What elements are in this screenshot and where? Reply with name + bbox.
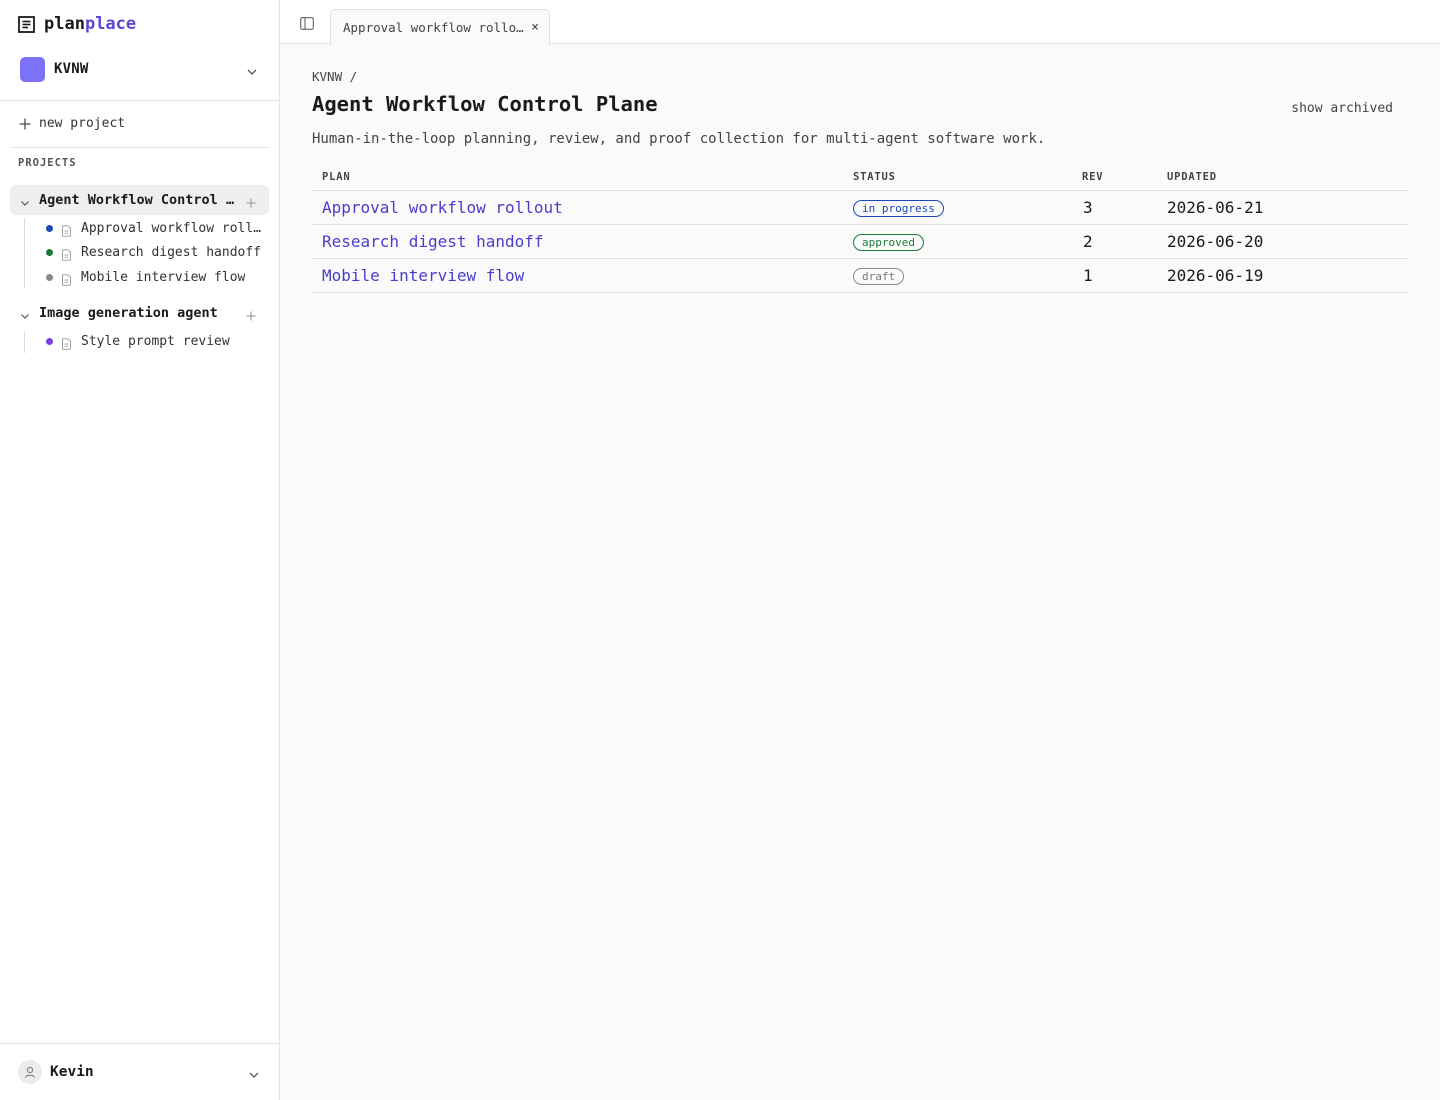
revision-number: 1 [1083,265,1093,285]
plan-link[interactable]: Approval workflow rollout [322,198,563,217]
status-badge: in progress [853,200,944,217]
brand-name-part2: place [84,14,137,34]
column-header-updated: UPDATED [1167,165,1408,191]
plan-link[interactable]: Mobile interview flow [322,266,524,285]
document-icon [61,246,72,261]
document-icon [61,222,72,237]
status-dot [46,337,53,345]
project-name: Image generation agent [39,305,218,321]
revision-number: 3 [1083,197,1093,217]
plan-label: Style prompt review [81,333,230,349]
tab-bar: Approval workflow rollout × [280,0,1440,45]
brand-name-part1: plan [44,14,85,34]
status-dot [46,224,53,232]
updated-date: 2026-06-21 [1167,197,1264,217]
sidebar: planplace KVNW new project PROJECTS Agen… [0,0,280,1100]
plus-icon [18,117,32,131]
brand[interactable]: planplace [18,14,136,34]
sidebar-project-agent-workflow[interactable]: Agent Workflow Control Plane [10,185,269,215]
document-icon [61,335,72,350]
tab-label: Approval workflow rollout [343,20,525,35]
table-row[interactable]: Approval workflow rollout in progress 3 … [312,190,1408,225]
table-header-row: PLAN STATUS REV UPDATED [312,165,1408,191]
add-plan-icon[interactable] [245,194,257,208]
column-header-rev: REV [1082,165,1167,191]
plan-label: Mobile interview flow [81,269,246,285]
plan-link[interactable]: Research digest handoff [322,232,544,251]
add-plan-icon[interactable] [245,307,257,321]
workspace-switcher[interactable]: KVNW [20,56,260,82]
status-dot [46,248,53,256]
show-archived-button[interactable]: show archived [1291,101,1393,116]
project-name: Agent Workflow Control Plane [39,192,235,208]
breadcrumb[interactable]: KVNW / [312,69,357,84]
status-badge: draft [853,268,905,285]
status-dot [46,273,53,281]
main-content: Approval workflow rollout × KVNW / Agent… [280,0,1440,1100]
projects-heading: PROJECTS [18,157,77,169]
document-icon [61,271,72,286]
sidebar-toggle-icon[interactable] [300,15,314,30]
chevron-down-icon[interactable] [19,194,31,206]
new-project-label: new project [39,116,126,131]
chevron-down-icon [248,1066,260,1078]
table-row[interactable]: Mobile interview flow draft 1 2026-06-19 [312,258,1408,293]
user-menu[interactable]: Kevin [18,1059,264,1085]
document-logo-icon [18,15,35,33]
plan-label: Research digest handoff [81,244,262,260]
sidebar-divider [0,100,279,101]
column-header-status: STATUS [853,165,1082,191]
plan-label: Approval workflow rollout [81,220,262,236]
tree-guide-line [24,218,25,288]
project-description: Human-in-the-loop planning, review, and … [312,131,1046,147]
table-row[interactable]: Research digest handoff approved 2 2026-… [312,224,1408,259]
sidebar-plan-item[interactable]: Style prompt review [46,331,262,351]
sidebar-plan-item[interactable]: Approval workflow rollout [46,218,262,238]
sidebar-project-image-generation[interactable]: Image generation agent [10,298,269,328]
sidebar-plan-item[interactable]: Research digest handoff [46,242,262,262]
user-name: Kevin [50,1064,94,1080]
revision-number: 2 [1083,231,1093,251]
workspace-name: KVNW [54,61,89,77]
page-title: Agent Workflow Control Plane [312,92,658,116]
close-icon[interactable]: × [531,20,539,35]
new-project-button[interactable]: new project [18,116,125,131]
tree-guide-line [24,331,25,353]
plans-table: PLAN STATUS REV UPDATED Approval workflo… [312,165,1408,293]
workspace-avatar [20,56,45,82]
status-badge: approved [853,234,924,251]
sidebar-divider [0,1043,279,1044]
updated-date: 2026-06-19 [1167,265,1264,285]
chevron-down-icon[interactable] [19,307,31,319]
updated-date: 2026-06-20 [1167,231,1264,251]
column-header-plan: PLAN [312,165,853,191]
tab-approval-workflow[interactable]: Approval workflow rollout × [330,9,550,45]
user-avatar-icon [18,1060,42,1084]
sidebar-divider [10,147,269,148]
chevron-down-icon [246,63,258,75]
sidebar-plan-item[interactable]: Mobile interview flow [46,267,262,287]
